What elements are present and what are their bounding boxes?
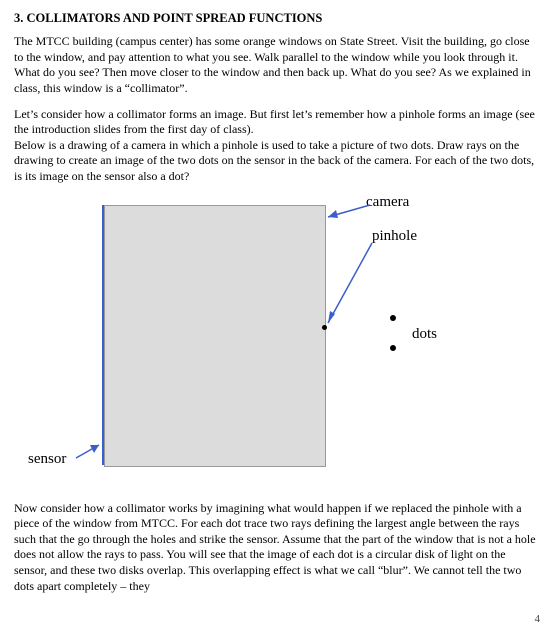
arrow-pinhole-line <box>328 243 372 323</box>
paragraph-2: Let’s consider how a collimator forms an… <box>14 107 540 138</box>
arrow-sensor-line <box>76 445 99 458</box>
paragraph-4: Now consider how a collimator works by i… <box>14 501 540 595</box>
page: 3. COLLIMATORS AND POINT SPREAD FUNCTION… <box>0 0 554 636</box>
label-camera: camera <box>366 193 409 213</box>
paragraph-1: The MTCC building (campus center) has so… <box>14 34 540 96</box>
arrow-camera-head <box>328 210 338 218</box>
object-dot-1 <box>390 315 396 321</box>
paragraph-3: Below is a drawing of a camera in which … <box>14 138 540 185</box>
camera-body-rect <box>104 205 326 467</box>
arrow-pinhole-head <box>328 311 335 323</box>
camera-diagram: camera pinhole dots sensor <box>14 195 540 495</box>
label-pinhole: pinhole <box>372 227 417 247</box>
label-dots: dots <box>412 325 437 345</box>
pinhole-dot <box>322 325 327 330</box>
arrow-camera-line <box>328 205 370 217</box>
section-heading: 3. COLLIMATORS AND POINT SPREAD FUNCTION… <box>14 10 540 26</box>
object-dot-2 <box>390 345 396 351</box>
label-sensor: sensor <box>28 450 66 470</box>
arrow-sensor-head <box>90 445 99 453</box>
sensor-line <box>102 205 104 465</box>
page-number: 4 <box>14 612 540 626</box>
